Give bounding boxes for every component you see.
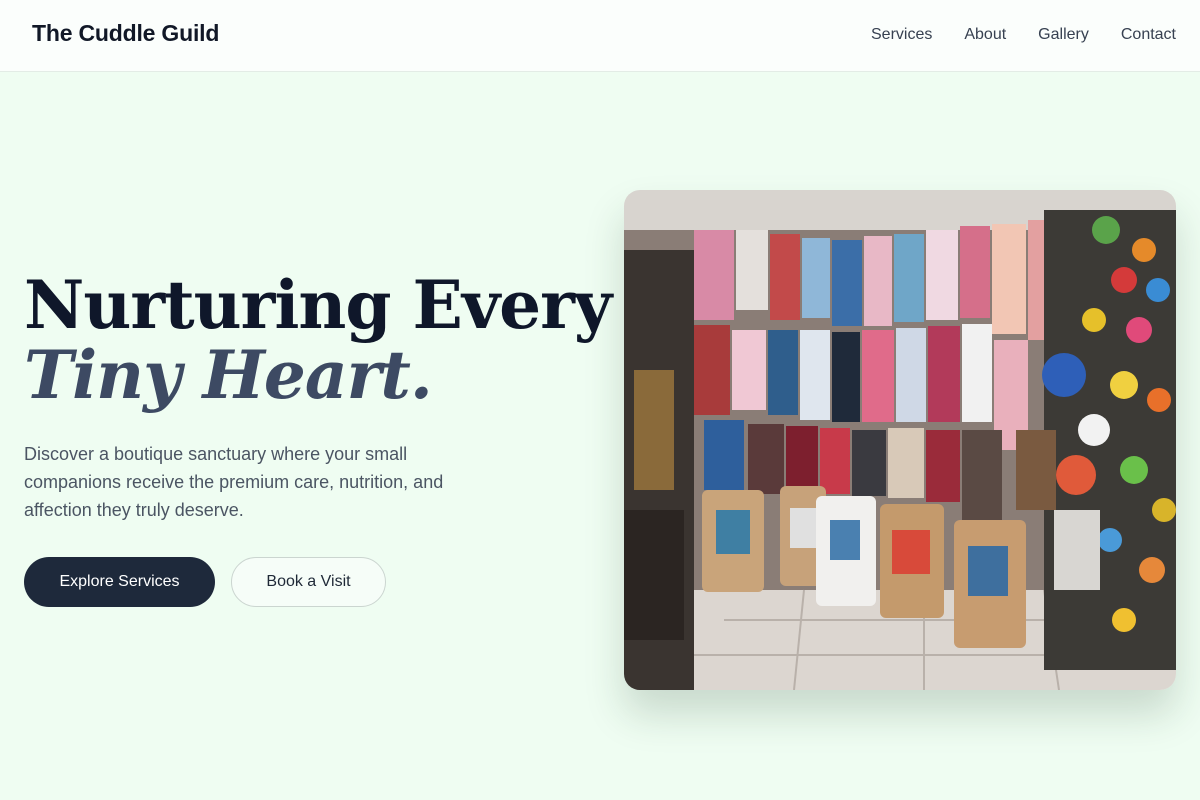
- nav-services-link[interactable]: Services: [871, 26, 932, 44]
- explore-services-button[interactable]: Explore Services: [24, 557, 215, 607]
- nav-about-link[interactable]: About: [964, 26, 1006, 44]
- site-header: The Cuddle Guild Services About Gallery …: [0, 0, 1200, 72]
- pet-shop-illustration: [624, 190, 1176, 690]
- nav-gallery-link[interactable]: Gallery: [1038, 26, 1089, 44]
- hero-title: Nurturing Every Tiny Heart.: [24, 266, 612, 414]
- hero-description: Discover a boutique sanctuary where your…: [24, 444, 444, 520]
- main-nav: Services About Gallery Contact: [871, 26, 1176, 44]
- hero-title-line1: Nurturing Every: [24, 266, 612, 344]
- hero-title-line2: Tiny Heart.: [24, 336, 433, 414]
- brand-logo[interactable]: The Cuddle Guild: [32, 20, 219, 47]
- nav-contact-link[interactable]: Contact: [1121, 26, 1176, 44]
- book-visit-button[interactable]: Book a Visit: [231, 557, 386, 607]
- hero-pet-shop-photo: [624, 190, 1176, 690]
